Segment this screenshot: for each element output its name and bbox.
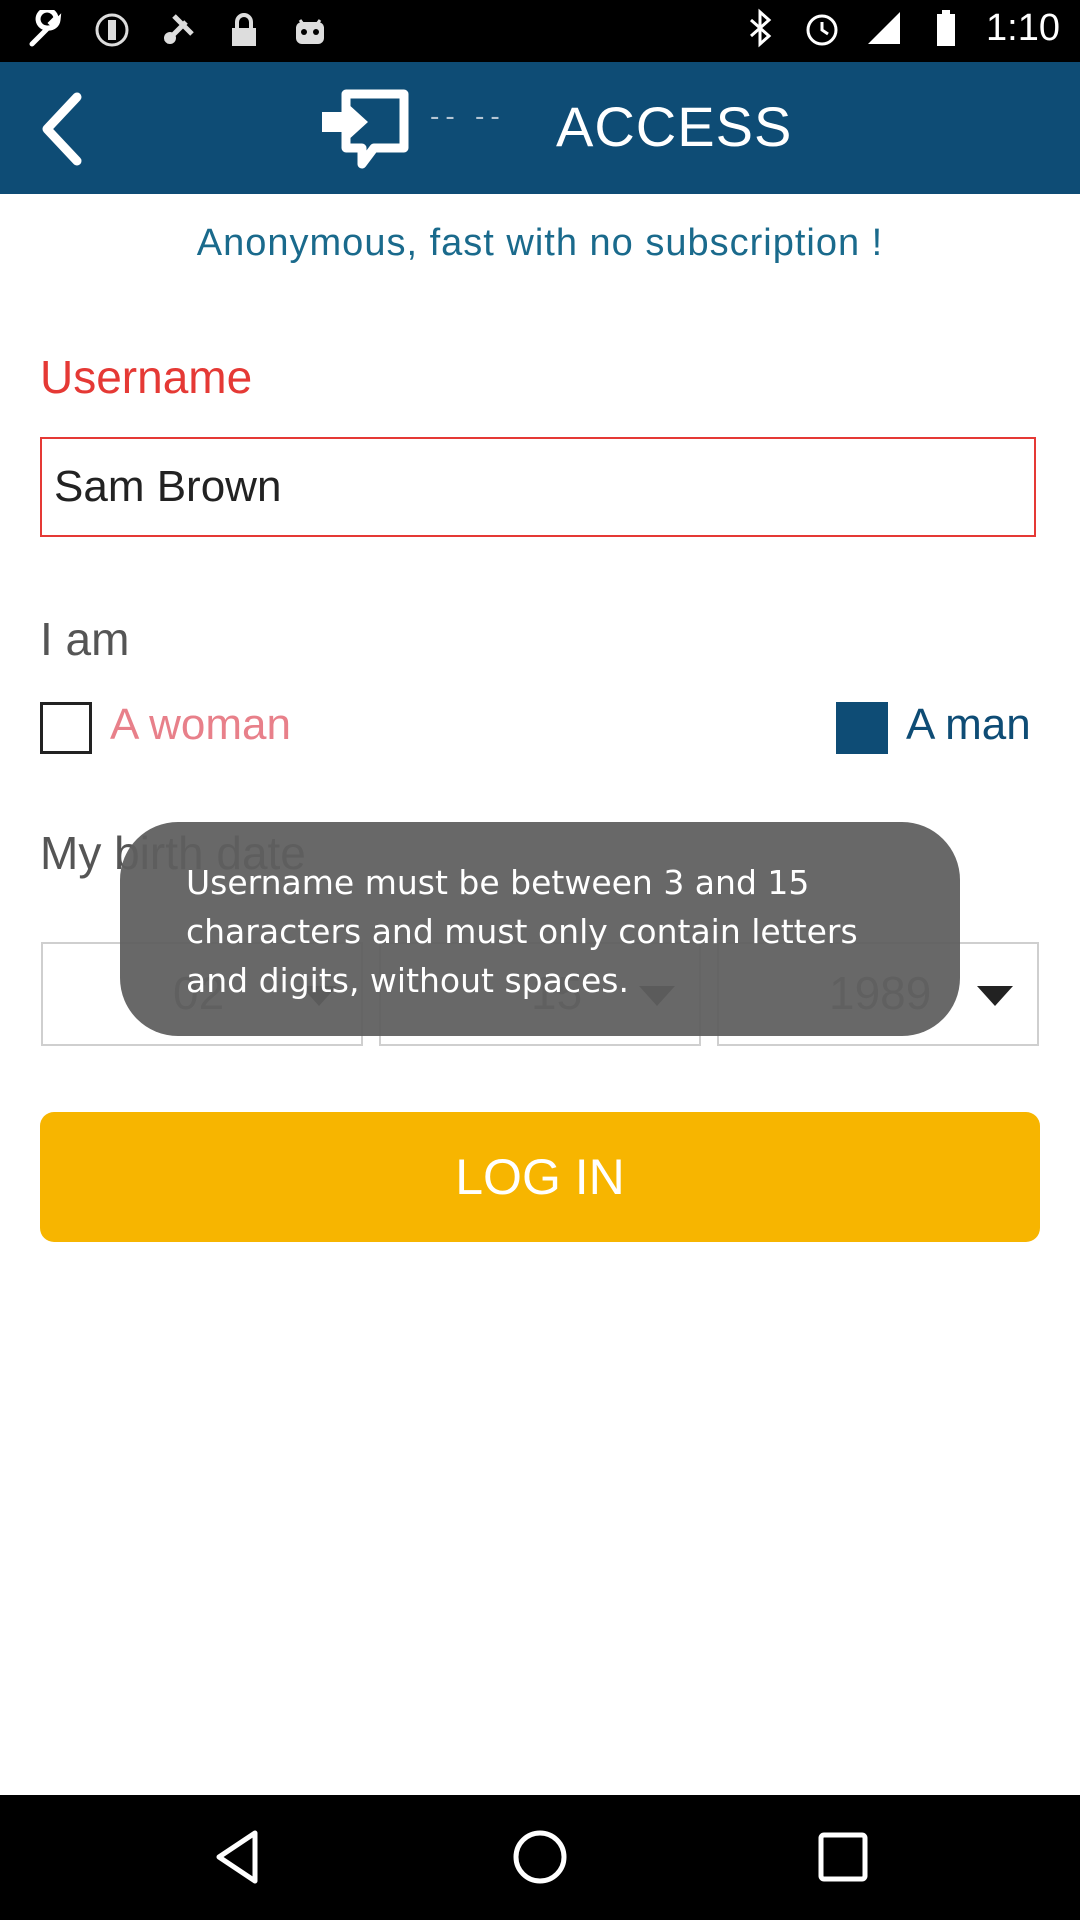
bluetooth-icon <box>738 6 782 50</box>
square-recents-icon <box>818 1832 868 1882</box>
nav-back-button[interactable] <box>197 1817 277 1897</box>
back-button[interactable] <box>18 84 108 174</box>
circle-home-icon <box>513 1830 567 1884</box>
app-logo <box>318 82 418 178</box>
chat-bubble-arrow-icon <box>322 89 409 169</box>
triangle-back-icon <box>216 1830 258 1884</box>
status-right-icons: 1:10 <box>738 6 1060 50</box>
logo-dashes: -- -- <box>430 102 506 132</box>
man-checkbox[interactable] <box>836 702 888 754</box>
alarm-icon <box>800 6 844 50</box>
app-bar: -- -- ACCESS <box>0 62 1080 194</box>
lock-icon <box>222 8 266 52</box>
system-nav-bar <box>0 1795 1080 1920</box>
status-bar: 1:10 <box>0 0 1080 62</box>
tagline: Anonymous, fast with no subscription ! <box>196 222 884 264</box>
woman-checkbox[interactable] <box>40 702 92 754</box>
nav-home-button[interactable] <box>500 1817 580 1897</box>
battery-icon <box>924 6 968 50</box>
toast-line-1: Username must be between 3 and 15 <box>186 863 810 902</box>
validation-toast: Username must be between 3 and 15 charac… <box>120 822 960 1036</box>
chevron-down-icon <box>977 986 1013 1006</box>
sync-icon <box>90 8 134 52</box>
chevron-left-icon <box>42 92 82 166</box>
status-left-icons <box>24 8 332 52</box>
login-button[interactable]: LOG IN <box>40 1112 1040 1242</box>
toast-line-2: characters and must only contain letters <box>186 912 858 951</box>
username-label: Username <box>40 351 253 403</box>
gender-label: I am <box>40 613 130 665</box>
toast-line-3: and digits, without spaces. <box>186 961 629 1000</box>
fake-gps-icon <box>156 8 200 52</box>
man-option-label[interactable]: A man <box>906 700 1031 750</box>
android-icon <box>288 8 332 52</box>
nav-recents-button[interactable] <box>803 1817 883 1897</box>
page-title: ACCESS <box>556 95 793 158</box>
woman-option-label[interactable]: A woman <box>110 700 291 750</box>
signal-icon <box>862 6 906 50</box>
username-input[interactable]: Sam Brown <box>40 437 1036 537</box>
status-time: 1:10 <box>986 6 1060 49</box>
wrench-icon <box>24 8 68 52</box>
